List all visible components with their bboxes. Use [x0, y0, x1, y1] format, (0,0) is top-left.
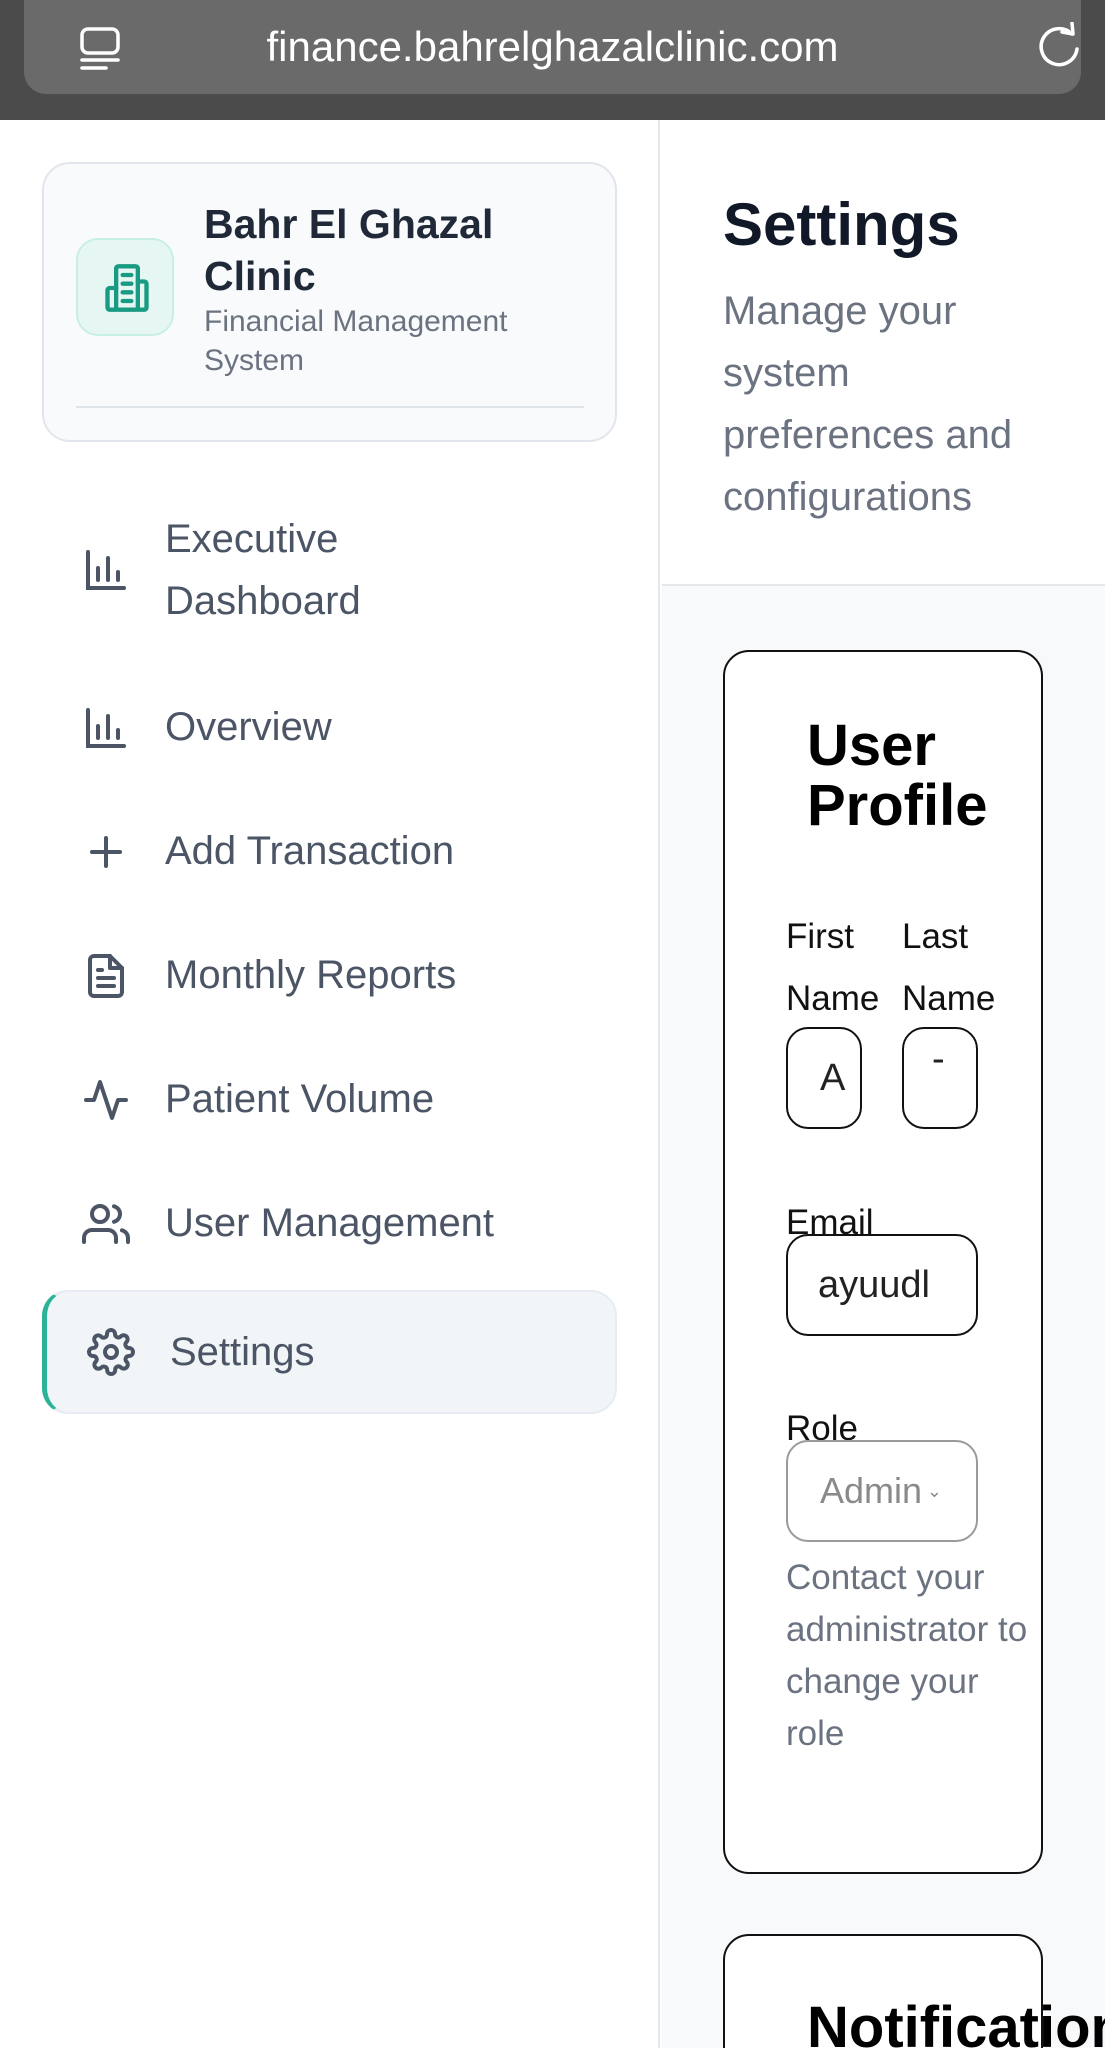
role-value: Admin	[820, 1470, 923, 1511]
last-name-input[interactable]: -	[902, 1027, 978, 1129]
page-header: Settings Manage your system preferences …	[662, 120, 1105, 586]
nav-label: Add Transaction	[165, 829, 455, 873]
nav-label: Executive Dashboard	[165, 517, 361, 623]
email-input[interactable]: ayuudl	[786, 1234, 978, 1336]
browser-toolbar: finance.bahrelghazalclinic.com	[0, 0, 1105, 120]
card-title: Notifications	[807, 1995, 1105, 2048]
chevron-down-icon: ⌄	[926, 1481, 942, 1501]
brand-card: Bahr El Ghazal Clinic Financial Manageme…	[42, 162, 617, 442]
bar-chart-icon	[86, 550, 126, 590]
card-title: User Profile	[807, 713, 988, 838]
file-text-icon	[88, 954, 124, 998]
role-hint: Contact your administrator to change you…	[786, 1558, 1028, 1753]
activity-icon	[84, 1080, 128, 1120]
brand-name: Bahr El Ghazal Clinic	[204, 201, 494, 299]
page-title: Settings	[723, 191, 960, 258]
nav-label: User Management	[165, 1201, 495, 1245]
first-name-label: First Name	[786, 917, 880, 1018]
bar-chart-icon	[86, 708, 126, 748]
last-name-label: Last Name	[902, 917, 996, 1018]
clinic-building-icon	[76, 238, 174, 336]
nav-label: Patient Volume	[165, 1077, 435, 1121]
role-select[interactable]: Admin ⌄	[786, 1440, 978, 1542]
main-content: Settings Manage your system preferences …	[662, 120, 1105, 2048]
nav-label: Overview	[165, 705, 332, 749]
address-bar[interactable]: finance.bahrelghazalclinic.com	[24, 0, 1081, 94]
nav-overview[interactable]: Overview	[42, 696, 617, 760]
user-profile-card: User Profile First Name Last Name A - Em…	[723, 650, 1043, 1874]
divider	[76, 406, 584, 408]
plus-icon	[90, 836, 122, 868]
nav-patient-volume[interactable]: Patient Volume	[42, 1068, 617, 1132]
nav-add-transaction[interactable]: Add Transaction	[42, 820, 617, 884]
sidebar: Bahr El Ghazal Clinic Financial Manageme…	[0, 120, 660, 2048]
nav-executive-dashboard[interactable]: Executive Dashboard	[42, 510, 617, 634]
notifications-card: Notifications	[723, 1934, 1105, 2048]
first-name-input[interactable]: A	[786, 1027, 862, 1129]
nav-user-management[interactable]: User Management	[42, 1192, 617, 1256]
nav-settings[interactable]: Settings	[42, 1290, 617, 1414]
nav-monthly-reports[interactable]: Monthly Reports	[42, 944, 617, 1008]
reload-icon[interactable]	[1036, 22, 1082, 72]
nav-label: Settings	[170, 1330, 315, 1374]
nav-label: Monthly Reports	[165, 953, 457, 997]
page-subtitle: Manage your system preferences and confi…	[723, 289, 1013, 519]
brand-subtitle: Financial Management System	[204, 305, 508, 377]
url-text[interactable]: finance.bahrelghazalclinic.com	[24, 0, 1081, 94]
gear-icon	[87, 1328, 135, 1376]
users-icon	[82, 1204, 130, 1244]
